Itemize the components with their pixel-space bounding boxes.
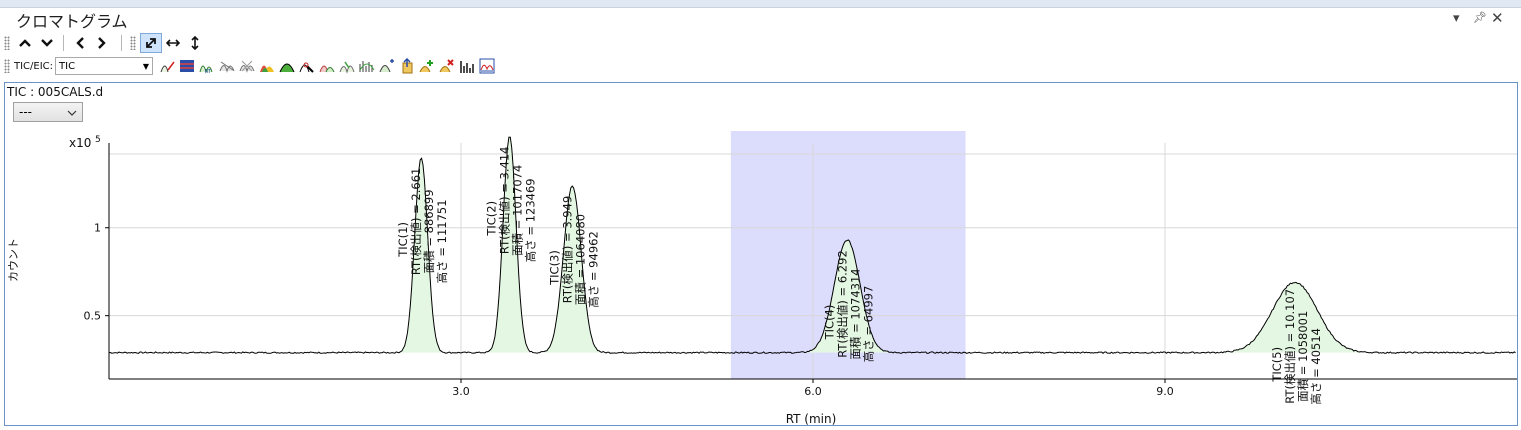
- y-tick-label: 1: [94, 222, 101, 235]
- clear-baseline-icon[interactable]: [237, 57, 256, 76]
- peak-rt-label: RT(検出値) = 10.107: [1283, 289, 1297, 404]
- peak-area-label: 面積 = 1058001: [1296, 311, 1310, 402]
- window-top-strip: [0, 0, 1521, 8]
- peak-rt-label: RT(検出値) = 6.292: [835, 250, 849, 358]
- tic-eic-select[interactable]: TIC ▼: [55, 57, 154, 75]
- window-menu-dropdown-icon[interactable]: ▾: [1453, 11, 1460, 26]
- overlay-icon[interactable]: [477, 57, 496, 76]
- peak-area-label: 面積 = 886899: [422, 189, 436, 273]
- spectrum-icon[interactable]: [337, 57, 356, 76]
- chevron-down-icon: ▼: [142, 61, 150, 71]
- navigation-toolbar: [4, 33, 206, 53]
- peak-rt-label: RT(検出値) = 3.414: [498, 147, 512, 255]
- integrate-icon[interactable]: [157, 57, 176, 76]
- peak-find-icon[interactable]: [297, 57, 316, 76]
- toolbar-grip[interactable]: [130, 36, 136, 50]
- peak-label: TIC(1): [396, 222, 410, 258]
- export-icon[interactable]: [397, 57, 416, 76]
- scroll-down-icon[interactable]: [36, 33, 58, 53]
- manual-peak-icon[interactable]: [317, 57, 336, 76]
- window-title: クロマトグラム: [16, 12, 128, 31]
- x-tick-label: 3.0: [452, 385, 470, 398]
- autoscale-y-icon[interactable]: [184, 33, 206, 53]
- delete-peak-icon[interactable]: [437, 57, 456, 76]
- peak-label: TIC(2): [485, 201, 499, 237]
- y-tick-label: 0.5: [84, 310, 102, 323]
- peak-label: TIC(5): [1270, 347, 1284, 383]
- peak-height-label: 高さ = 64997: [861, 286, 875, 363]
- add-peak-icon[interactable]: [417, 57, 436, 76]
- overlay-peaks-icon[interactable]: [377, 57, 396, 76]
- toolbar-separator: [63, 35, 64, 51]
- y-exponent-label: x10: [69, 136, 91, 150]
- svg-text:RT: RT: [205, 69, 212, 74]
- chromatogram-chart[interactable]: 3.0 6.0 9.00.51 TIC(1) RT(検出値) = 2.661 面積 = …: [5, 83, 1517, 425]
- previous-icon[interactable]: [69, 33, 91, 53]
- peak-rt-label: RT(検出値) = 3.949: [560, 196, 574, 304]
- peak-height-label: 高さ = 111751: [435, 199, 449, 283]
- peak-height-label: 高さ = 40514: [1309, 328, 1323, 405]
- y-axis-label: カウント: [7, 238, 20, 282]
- toolbar-grip[interactable]: [4, 59, 10, 73]
- baseline-icon[interactable]: [217, 57, 236, 76]
- tic-eic-select-value: TIC: [59, 60, 76, 72]
- tic-eic-label: TIC/EIC:: [14, 60, 54, 72]
- color-peaks-icon[interactable]: [257, 57, 276, 76]
- peak-label-icon[interactable]: RT: [197, 57, 216, 76]
- bar-spectrum-icon[interactable]: [457, 57, 476, 76]
- autoscale-xy-icon[interactable]: [140, 33, 162, 53]
- peak-area-label: 面積 = 1074314: [848, 268, 862, 359]
- scroll-up-icon[interactable]: [14, 33, 36, 53]
- peak-rt-label: RT(検出値) = 2.661: [409, 168, 423, 276]
- x-tick-label: 9.0: [1156, 385, 1174, 398]
- peak-icon[interactable]: [277, 57, 296, 76]
- deconvolution-icon[interactable]: [357, 57, 376, 76]
- x-tick-label: 6.0: [804, 385, 822, 398]
- table-icon[interactable]: [177, 57, 196, 76]
- peak-label: TIC(4): [822, 305, 836, 341]
- toolbar-grip[interactable]: [4, 36, 10, 50]
- toolbar-separator: [121, 35, 122, 51]
- x-axis-label: RT (min): [786, 412, 837, 425]
- peak-height-label: 高さ = 94962: [586, 231, 600, 308]
- peak-area-label: 面積 = 1017074: [511, 165, 525, 256]
- peak-label: TIC(3): [547, 250, 561, 286]
- pin-icon[interactable]: 📌︎: [1473, 11, 1487, 24]
- peak-area-label: 面積 = 1064080: [573, 214, 587, 305]
- close-icon[interactable]: ✕: [1491, 9, 1504, 27]
- peak-height-label: 高さ = 123469: [524, 178, 538, 262]
- chromatogram-panel: TIC : 005CALS.d --- 3.0 6.0 9.0 0.5 1 TIC(1)…: [4, 82, 1518, 426]
- next-icon[interactable]: [91, 33, 113, 53]
- chromatogram-toolbar: TIC/EIC: TIC ▼ RT: [4, 56, 497, 76]
- autoscale-x-icon[interactable]: [162, 33, 184, 53]
- y-exponent-power: 5: [95, 135, 101, 145]
